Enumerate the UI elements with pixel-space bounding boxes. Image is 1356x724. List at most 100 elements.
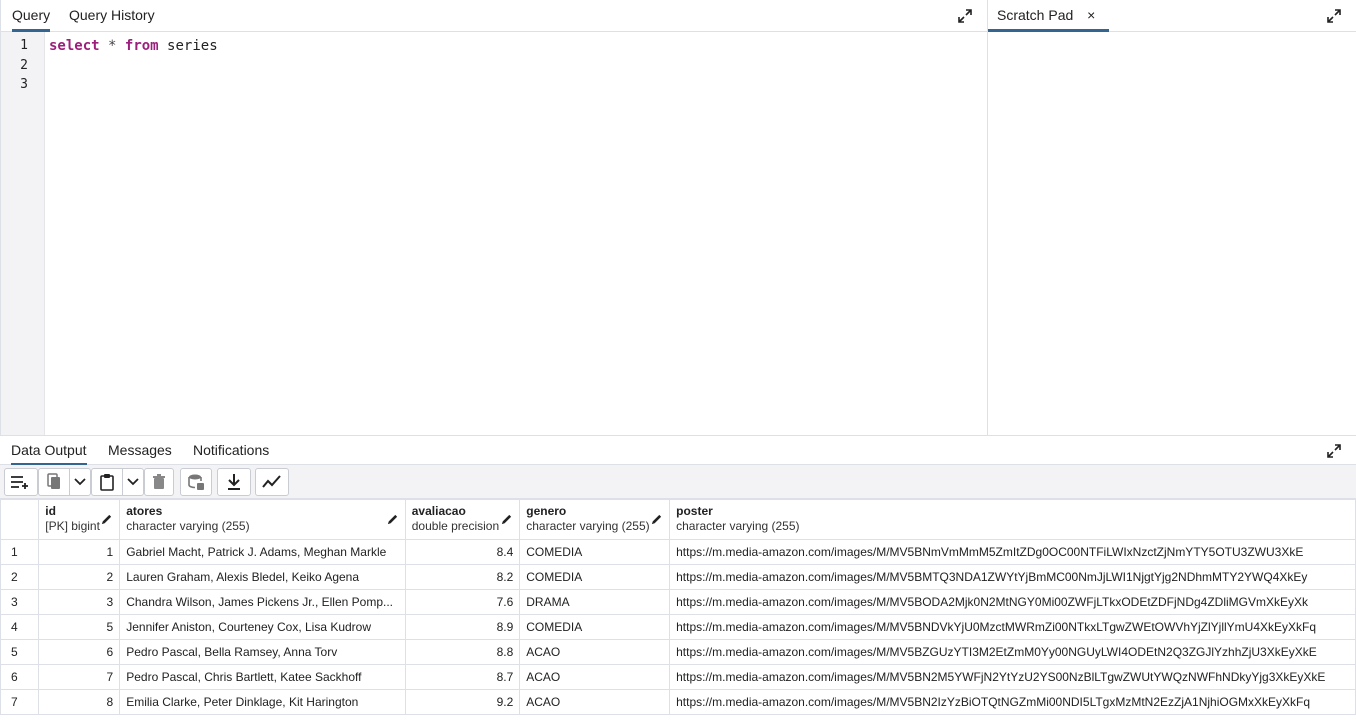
cell-genero[interactable]: ACAO xyxy=(519,639,671,665)
table-row[interactable]: 3 3 Chandra Wilson, James Pickens Jr., E… xyxy=(0,589,1356,615)
cell-avaliacao[interactable]: 8.7 xyxy=(404,664,521,690)
expand-icon[interactable] xyxy=(1326,8,1342,24)
tab-scratch-pad[interactable]: Scratch Pad × xyxy=(988,0,1109,32)
line-number-gutter: 1 2 3 xyxy=(1,32,45,435)
cell-avaliacao[interactable]: 9.2 xyxy=(404,689,521,715)
edit-pencil-icon[interactable] xyxy=(100,513,113,526)
cell-poster[interactable]: https://m.media-amazon.com/images/M/MV5B… xyxy=(669,589,1356,615)
expand-icon[interactable] xyxy=(1326,443,1342,459)
close-icon[interactable]: × xyxy=(1087,7,1095,23)
result-grid: id [PK] bigint atores character varying … xyxy=(0,499,1356,724)
keyword-from: from xyxy=(124,38,159,54)
cell-id[interactable]: 7 xyxy=(38,664,121,690)
cell-genero[interactable]: DRAMA xyxy=(519,589,671,615)
column-type: character varying (255) xyxy=(526,519,650,533)
table-row[interactable]: 1 1 Gabriel Macht, Patrick J. Adams, Meg… xyxy=(0,539,1356,565)
row-number[interactable]: 6 xyxy=(0,664,40,690)
download-icon xyxy=(228,474,240,490)
cell-genero[interactable]: ACAO xyxy=(519,689,671,715)
column-name: atores xyxy=(126,504,163,518)
row-number[interactable]: 3 xyxy=(0,589,40,615)
scratch-pad-area[interactable] xyxy=(987,32,1356,435)
row-number[interactable]: 2 xyxy=(0,564,40,590)
cell-avaliacao[interactable]: 8.9 xyxy=(404,614,521,640)
edit-pencil-icon[interactable] xyxy=(650,513,663,526)
cell-id[interactable]: 2 xyxy=(38,564,121,590)
row-number[interactable]: 7 xyxy=(0,689,40,715)
sql-editor[interactable]: 1 2 3 select * from series xyxy=(0,32,987,435)
cell-atores[interactable]: Pedro Pascal, Bella Ramsey, Anna Torv xyxy=(119,639,406,665)
cell-id[interactable]: 5 xyxy=(38,614,121,640)
cell-poster[interactable]: https://m.media-amazon.com/images/M/MV5B… xyxy=(669,614,1356,640)
paste-icon xyxy=(100,474,114,491)
column-name: poster xyxy=(676,504,713,518)
cell-poster[interactable]: https://m.media-amazon.com/images/M/MV5B… xyxy=(669,564,1356,590)
edit-pencil-icon[interactable] xyxy=(500,513,513,526)
save-data-button[interactable] xyxy=(180,468,212,496)
column-header-poster[interactable]: poster character varying (255) xyxy=(669,499,1356,540)
cell-avaliacao[interactable]: 7.6 xyxy=(404,589,521,615)
expand-icon[interactable] xyxy=(957,8,973,24)
cell-atores[interactable]: Gabriel Macht, Patrick J. Adams, Meghan … xyxy=(119,539,406,565)
table-row[interactable]: 5 6 Pedro Pascal, Bella Ramsey, Anna Tor… xyxy=(0,639,1356,665)
cell-atores[interactable]: Lauren Graham, Alexis Bledel, Keiko Agen… xyxy=(119,564,406,590)
cell-avaliacao[interactable]: 8.4 xyxy=(404,539,521,565)
row-number-header[interactable] xyxy=(0,499,40,540)
copy-button[interactable] xyxy=(38,468,69,496)
delete-button[interactable] xyxy=(144,468,174,496)
cell-atores[interactable]: Pedro Pascal, Chris Bartlett, Katee Sack… xyxy=(119,664,406,690)
column-header-genero[interactable]: genero character varying (255) xyxy=(519,499,671,540)
line-number: 3 xyxy=(20,77,28,92)
cell-id[interactable]: 8 xyxy=(38,689,121,715)
table-row[interactable]: 4 5 Jennifer Aniston, Courteney Cox, Lis… xyxy=(0,614,1356,640)
column-type: character varying (255) xyxy=(126,519,250,533)
cell-atores[interactable]: Emilia Clarke, Peter Dinklage, Kit Harin… xyxy=(119,689,406,715)
column-name: avaliacao xyxy=(411,504,466,518)
column-header-avaliacao[interactable]: avaliacao double precision xyxy=(404,499,521,540)
cell-genero[interactable]: COMEDIA xyxy=(519,539,671,565)
cell-poster[interactable]: https://m.media-amazon.com/images/M/MV5B… xyxy=(669,539,1356,565)
table-row[interactable]: 7 8 Emilia Clarke, Peter Dinklage, Kit H… xyxy=(0,689,1356,715)
download-button[interactable] xyxy=(217,468,251,496)
edit-pencil-icon[interactable] xyxy=(386,513,399,526)
copy-options-dropdown[interactable] xyxy=(69,468,91,496)
cell-atores[interactable]: Jennifer Aniston, Courteney Cox, Lisa Ku… xyxy=(119,614,406,640)
graph-visualiser-button[interactable] xyxy=(255,468,289,496)
sql-code-line[interactable]: select * from series xyxy=(49,38,218,54)
tab-messages[interactable]: Messages xyxy=(108,436,172,465)
cell-avaliacao[interactable]: 8.8 xyxy=(404,639,521,665)
cell-poster[interactable]: https://m.media-amazon.com/images/M/MV5B… xyxy=(669,664,1356,690)
add-row-button[interactable] xyxy=(4,468,38,496)
tab-data-output[interactable]: Data Output xyxy=(11,436,87,466)
row-number[interactable]: 5 xyxy=(0,639,40,665)
line-number: 1 xyxy=(20,38,28,53)
tab-query[interactable]: Query xyxy=(12,0,51,32)
table-identifier: series xyxy=(167,38,218,54)
paste-options-dropdown[interactable] xyxy=(122,468,144,496)
cell-poster[interactable]: https://m.media-amazon.com/images/M/MV5B… xyxy=(669,639,1356,665)
column-header-atores[interactable]: atores character varying (255) xyxy=(119,499,406,540)
chevron-down-icon xyxy=(74,478,86,486)
chevron-down-icon xyxy=(127,478,139,486)
cell-genero[interactable]: COMEDIA xyxy=(519,614,671,640)
column-type: character varying (255) xyxy=(676,519,800,533)
table-row[interactable]: 6 7 Pedro Pascal, Chris Bartlett, Katee … xyxy=(0,664,1356,690)
cell-poster[interactable]: https://m.media-amazon.com/images/M/MV5B… xyxy=(669,689,1356,715)
row-number[interactable]: 1 xyxy=(0,539,40,565)
cell-atores[interactable]: Chandra Wilson, James Pickens Jr., Ellen… xyxy=(119,589,406,615)
query-tabbar: Query Query History xyxy=(0,0,987,32)
table-row[interactable]: 2 2 Lauren Graham, Alexis Bledel, Keiko … xyxy=(0,564,1356,590)
cell-avaliacao[interactable]: 8.2 xyxy=(404,564,521,590)
cell-id[interactable]: 6 xyxy=(38,639,121,665)
graph-icon xyxy=(262,475,281,488)
cell-id[interactable]: 1 xyxy=(38,539,121,565)
tab-query-history[interactable]: Query History xyxy=(69,0,155,31)
cell-id[interactable]: 3 xyxy=(38,589,121,615)
cell-genero[interactable]: ACAO xyxy=(519,664,671,690)
row-number[interactable]: 4 xyxy=(0,614,40,640)
save-data-icon xyxy=(188,474,204,490)
cell-genero[interactable]: COMEDIA xyxy=(519,564,671,590)
paste-button[interactable] xyxy=(91,468,122,496)
tab-notifications[interactable]: Notifications xyxy=(193,436,269,465)
column-header-id[interactable]: id [PK] bigint xyxy=(38,499,121,540)
